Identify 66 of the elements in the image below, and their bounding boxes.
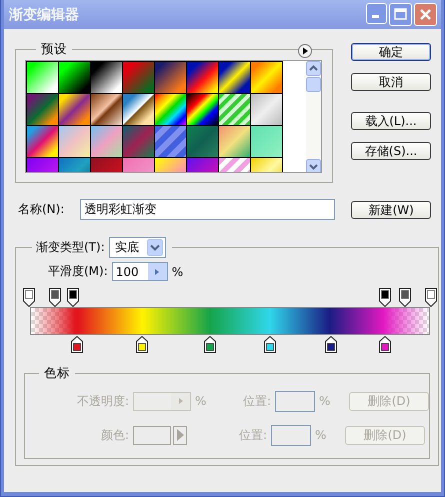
dialog-button[interactable]: 载入(L)...: [351, 112, 431, 130]
opacity-stop[interactable]: [425, 288, 438, 307]
color-stop[interactable]: [204, 336, 216, 353]
dialog-button[interactable]: 存储(S)...: [351, 142, 431, 160]
gradient-bar[interactable]: [30, 307, 430, 335]
gradient-swatch[interactable]: [219, 126, 250, 157]
opacity-stop[interactable]: [378, 288, 391, 307]
color-stop[interactable]: [71, 336, 84, 353]
percent-label: %: [318, 394, 332, 408]
color-label: 颜色:: [100, 426, 130, 444]
gradient-swatch[interactable]: [219, 94, 250, 125]
name-field[interactable]: 透明彩虹渐变: [80, 199, 336, 220]
percent-label: %: [172, 264, 184, 278]
group-title: 色标: [43, 365, 71, 382]
gradient-swatch[interactable]: [155, 94, 186, 125]
position-label: 位置:: [243, 392, 272, 410]
gradient-swatch[interactable]: [27, 126, 58, 157]
gradient-swatch[interactable]: [91, 94, 122, 125]
gradient-swatch[interactable]: [187, 126, 218, 157]
gradient-swatch[interactable]: [187, 94, 218, 125]
percent-label: %: [194, 394, 208, 408]
gradient-swatch[interactable]: [91, 126, 122, 157]
gradient-swatch[interactable]: [219, 62, 250, 93]
gradient-swatch[interactable]: [59, 94, 90, 125]
gradient-swatch[interactable]: [155, 62, 186, 93]
color-stop[interactable]: [136, 336, 148, 353]
position-label: 位置:: [239, 426, 268, 444]
dialog-button[interactable]: 确定: [351, 43, 431, 61]
color-stop[interactable]: [378, 336, 391, 353]
opacity-stop[interactable]: [23, 288, 35, 307]
gradient-swatch[interactable]: [251, 94, 282, 125]
group-title: 预设: [40, 41, 68, 58]
gradient-swatch[interactable]: [59, 126, 90, 157]
gradient-swatch[interactable]: [251, 62, 282, 93]
caret-icon: [146, 239, 163, 256]
panel-menu-button[interactable]: [298, 44, 312, 58]
gradient-swatch[interactable]: [251, 126, 282, 157]
name-label: 名称(N):: [17, 201, 66, 218]
color-stop[interactable]: [324, 336, 337, 353]
gradient-swatch[interactable]: [123, 126, 154, 157]
dialog-button[interactable]: 取消: [351, 73, 431, 91]
new-button[interactable]: 新建(W): [351, 200, 431, 218]
gradient-type-label: 渐变类型(T):: [36, 239, 105, 256]
gradient-swatch[interactable]: [27, 94, 58, 125]
gradient-swatch[interactable]: [123, 62, 154, 93]
close-button[interactable]: [414, 3, 437, 26]
minimize-icon: [372, 15, 379, 18]
gradient-swatch[interactable]: [59, 62, 90, 93]
gradient-swatch[interactable]: [27, 62, 58, 93]
opacity-stop[interactable]: [67, 288, 80, 307]
color-stop[interactable]: [264, 336, 276, 353]
maximize-button[interactable]: [389, 3, 412, 26]
triangle-icon: [175, 428, 185, 442]
window-title: 渐变编辑器: [9, 6, 79, 24]
gradient-swatch[interactable]: [91, 62, 122, 93]
opacity-stop[interactable]: [398, 288, 411, 307]
gradient-swatch[interactable]: [123, 94, 154, 125]
minimize-button[interactable]: [366, 3, 387, 24]
gradient-swatch[interactable]: [155, 126, 186, 157]
percent-label: %: [314, 428, 328, 442]
gradient-swatch[interactable]: [187, 62, 218, 93]
opacity-stop[interactable]: [49, 288, 62, 307]
smoothness-label: 平滑度(M):: [48, 263, 108, 280]
gradient-type-dropdown[interactable]: 实底: [108, 237, 166, 258]
scrollbar[interactable]: [306, 61, 321, 172]
opacity-label: 不透明度:: [76, 392, 130, 410]
